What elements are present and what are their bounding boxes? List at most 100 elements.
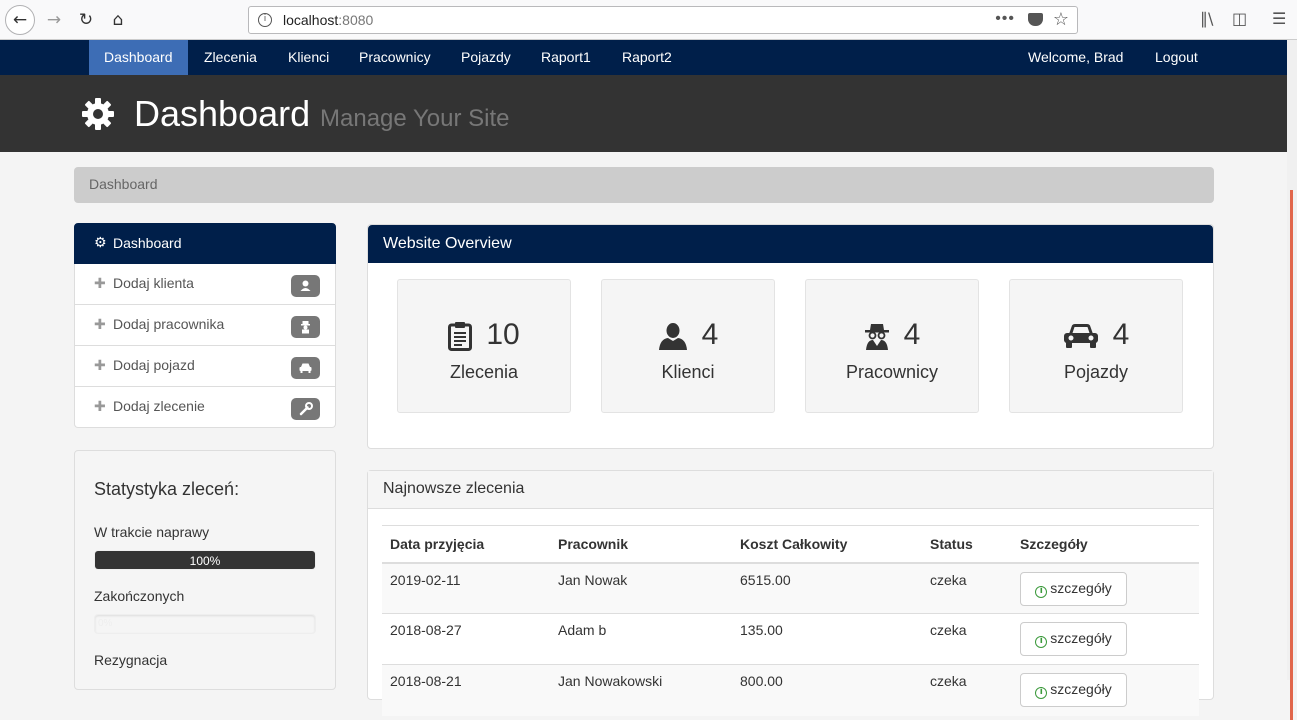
nav-zlecenia[interactable]: Zlecenia <box>189 40 272 75</box>
details-button[interactable]: i szczegóły <box>1020 622 1127 656</box>
top-navbar: Dashboard Zlecenia Klienci Pracownicy Po… <box>0 40 1287 75</box>
card-label: Klienci <box>661 362 715 382</box>
progress-bar-completed: 0% <box>94 614 316 634</box>
forward-icon[interactable]: → <box>40 6 68 34</box>
table-cell: 135.00 <box>732 613 922 665</box>
info-icon: i <box>1035 636 1048 648</box>
website-overview-panel: Website Overview 10 Zlecenia 4 Klienci 4… <box>367 224 1214 449</box>
sidebar-item-dashboard[interactable]: ⚙ Dashboard <box>74 223 336 264</box>
column-header: Koszt Całkowity <box>732 525 922 564</box>
card-count: 10 <box>486 318 520 351</box>
logout-link[interactable]: Logout <box>1140 40 1213 75</box>
wrench-icon <box>291 398 320 420</box>
plus-icon: ✚ <box>94 399 106 415</box>
column-header: Szczegóły <box>1012 525 1199 564</box>
nav-raport1[interactable]: Raport1 <box>526 40 606 75</box>
info-icon[interactable]: i <box>258 13 272 27</box>
breadcrumb[interactable]: Dashboard <box>74 167 1214 203</box>
order-statistics-panel: Statystyka zleceń: W trakcie naprawy 100… <box>74 450 336 690</box>
user-icon <box>658 323 687 351</box>
sidebar-item-dodaj-klienta[interactable]: ✚ Dodaj klienta <box>74 264 336 305</box>
overview-card-pojazdy[interactable]: 4 Pojazdy <box>1009 279 1183 413</box>
browser-toolbar: ← → ↻ ⌂ i localhost:8080 ••• ☆ ∥\ ◫ ☰ <box>0 0 1297 40</box>
plus-icon: ✚ <box>94 358 106 374</box>
spy-icon <box>864 324 889 351</box>
card-label: Pracownicy <box>845 362 939 382</box>
table-row: 2018-08-27 Adam b 135.00 czeka i szczegół… <box>382 613 1199 665</box>
sidebar-item-label: Dodaj zlecenie <box>113 398 205 414</box>
info-icon: i <box>1035 687 1048 699</box>
bookmark-star-icon[interactable]: ☆ <box>1053 9 1069 30</box>
table-cell: czeka <box>922 664 1012 716</box>
column-header: Data przyjęcia <box>382 525 550 564</box>
table-cell: Jan Nowak <box>550 562 732 614</box>
panel-title: Najnowsze zlecenia <box>368 471 1213 509</box>
table-cell: Adam b <box>550 613 732 665</box>
sidebar-item-dodaj-pracownika[interactable]: ✚ Dodaj pracownika <box>74 305 336 346</box>
stat-label: Zakończonych <box>94 588 185 604</box>
table-cell: 2018-08-27 <box>382 613 550 665</box>
car-icon <box>1063 324 1098 349</box>
home-icon[interactable]: ⌂ <box>104 6 132 34</box>
column-header: Pracownik <box>550 525 732 564</box>
table-cell: Jan Nowakowski <box>550 664 732 716</box>
spy-icon <box>291 316 320 338</box>
card-label: Zlecenia <box>449 362 519 382</box>
page-header: Dashboard Manage Your Site <box>0 75 1287 152</box>
clipboard-icon <box>448 322 473 352</box>
plus-icon: ✚ <box>94 317 106 333</box>
stats-title: Statystyka zleceń: <box>94 479 240 499</box>
card-label: Pojazdy <box>1063 362 1129 382</box>
back-icon[interactable]: ← <box>5 5 35 35</box>
overview-card-pracownicy[interactable]: 4 Pracownicy <box>805 279 979 413</box>
sidebar-menu: ⚙ Dashboard ✚ Dodaj klienta ✚ Dodaj prac… <box>74 223 336 428</box>
table-cell: 2019-02-11 <box>382 562 550 614</box>
table-cell: 800.00 <box>732 664 922 716</box>
url-bar[interactable]: i localhost:8080 ••• ☆ <box>248 6 1078 34</box>
menu-icon[interactable]: ☰ <box>1272 9 1286 28</box>
table-cell: czeka <box>922 613 1012 665</box>
library-icon[interactable]: ∥\ <box>1200 9 1213 28</box>
nav-dashboard[interactable]: Dashboard <box>89 40 188 75</box>
details-button[interactable]: i szczegóły <box>1020 673 1127 707</box>
progress-text: 0% <box>98 618 113 629</box>
sidebar-item-dodaj-zlecenie[interactable]: ✚ Dodaj zlecenie <box>74 387 336 428</box>
url-text[interactable]: localhost:8080 <box>283 12 373 28</box>
details-button[interactable]: i szczegóły <box>1020 571 1127 606</box>
sidebar-item-label: Dodaj pojazd <box>113 357 195 373</box>
info-icon: i <box>1035 585 1048 598</box>
table-header-row: Data przyjęcia Pracownik Koszt Całkowity… <box>382 525 1199 564</box>
sidebar-item-label: Dodaj pracownika <box>113 316 225 332</box>
progress-bar-in-repair: 100% <box>94 550 316 570</box>
overview-card-zlecenia[interactable]: 10 Zlecenia <box>397 279 571 413</box>
nav-pojazdy[interactable]: Pojazdy <box>446 40 526 75</box>
sidebar-item-label: Dashboard <box>113 235 182 251</box>
sidebar-icon[interactable]: ◫ <box>1232 9 1247 28</box>
nav-raport2[interactable]: Raport2 <box>607 40 687 75</box>
welcome-link[interactable]: Welcome, Brad <box>1013 40 1138 75</box>
progress-text: 100% <box>189 554 221 568</box>
overview-card-klienci[interactable]: 4 Klienci <box>601 279 775 413</box>
orders-table: Data przyjęcia Pracownik Koszt Całkowity… <box>382 525 1199 716</box>
nav-klienci[interactable]: Klienci <box>273 40 344 75</box>
card-count: 4 <box>903 318 921 351</box>
gear-icon <box>82 98 114 130</box>
page-title: Dashboard <box>134 93 311 134</box>
page-scrollbar[interactable] <box>1287 40 1297 720</box>
page-subtitle: Manage Your Site <box>320 105 510 132</box>
table-cell: 2018-08-21 <box>382 664 550 716</box>
gear-icon: ⚙ <box>94 235 107 251</box>
nav-pracownicy[interactable]: Pracownicy <box>344 40 446 75</box>
pocket-icon[interactable] <box>1028 13 1043 26</box>
table-row: 2019-02-11 Jan Nowak 6515.00 czeka i szcz… <box>382 562 1199 614</box>
scrollbar-thumb[interactable] <box>1290 190 1293 720</box>
table-cell: i szczegóły <box>1012 562 1199 614</box>
card-count: 4 <box>1112 318 1130 351</box>
stat-label: Rezygnacja <box>94 652 168 668</box>
table-cell: i szczegóły <box>1012 613 1199 665</box>
page-actions-icon[interactable]: ••• <box>995 10 1015 28</box>
stat-label: W trakcie naprawy <box>94 524 210 540</box>
sidebar-item-dodaj-pojazd[interactable]: ✚ Dodaj pojazd <box>74 346 336 387</box>
reload-icon[interactable]: ↻ <box>72 6 100 34</box>
sidebar-item-label: Dodaj klienta <box>113 275 194 291</box>
